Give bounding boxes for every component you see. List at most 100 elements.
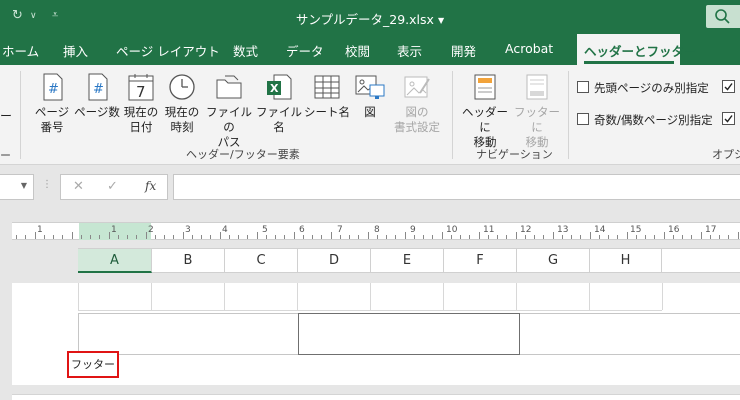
ruler-tick [90,235,91,239]
formula-input[interactable] [173,174,740,200]
name-box-dropdown-icon[interactable]: ▼ [21,181,27,190]
horizontal-ruler[interactable]: 1 1 2 3 4 5 6 7 8 9 10 11 12 13 14 15 16 17 [12,222,740,240]
tab-view[interactable]: 表示 [397,41,422,60]
cell[interactable] [517,283,590,310]
cell[interactable] [225,283,298,310]
tab-acrobat[interactable]: Acrobat [505,41,553,56]
header-footer-elements-group-label: ヘッダー/フッター要素 [186,148,300,161]
column-header-a[interactable]: A [78,249,152,273]
ruler-tick [534,235,535,239]
svg-text:#: # [48,82,59,97]
column-header-e[interactable]: E [371,249,444,273]
ruler-tick [339,235,341,239]
ruler-tick [598,235,600,239]
formula-buttons: ✕ ✓ fx [60,174,168,200]
column-header-b[interactable]: B [152,249,225,273]
different-first-page-label: 先頭ページのみ別指定 [594,81,709,95]
ruler-tick [238,235,239,239]
cell[interactable] [590,283,663,310]
ruler-tick [617,235,619,239]
ruler-tick [506,235,508,239]
ruler-tick [219,232,221,239]
current-date-button[interactable]: 7 現在の 日付 [122,73,160,135]
ruler-tick [515,232,517,239]
page-number-button[interactable]: # ページ 番号 [32,73,72,135]
ruler-number: 3 [185,225,191,235]
ruler-tick [728,235,730,239]
group-separator [20,71,21,159]
ruler-tick [709,235,711,239]
tab-data[interactable]: データ [286,41,324,60]
ruler-tick [460,235,461,239]
ruler-tick [478,232,480,239]
footer-center-section[interactable] [298,313,520,355]
different-odd-even-checkbox[interactable]: 奇数/偶数ページ別指定 [577,112,713,128]
ruler-number: 11 [483,225,495,235]
file-path-button[interactable]: ファイルの パス [204,73,254,150]
ruler-tick [497,235,498,239]
insert-function-icon[interactable]: fx [145,179,156,193]
column-header-d[interactable]: D [298,249,371,273]
ruler-tick [312,235,313,239]
window-title-container[interactable]: サンプルデータ_29.xlsx ▼ [0,9,740,28]
tab-review[interactable]: 校閲 [345,41,370,60]
search-button[interactable] [706,5,740,28]
ruler-tick [737,232,739,239]
ruler-tick [25,235,27,239]
sheet-name-button[interactable]: シート名 [304,73,350,120]
enter-icon[interactable]: ✓ [107,179,118,194]
sheet-icon [314,75,340,99]
goto-footer-button[interactable]: フッターに 移動 [510,73,564,150]
cell[interactable] [444,283,517,310]
name-box[interactable]: ▼ [0,174,34,200]
clock-icon [169,74,195,100]
ruler-tick [682,235,683,239]
goto-header-button[interactable]: ヘッダーに 移動 [458,73,512,150]
align-with-margins-checkbox[interactable] [722,112,736,129]
tab-insert[interactable]: 挿入 [63,41,88,60]
ruler-number: 2 [148,225,154,235]
ruler-tick [654,235,656,239]
svg-text:X: X [270,82,279,95]
ruler-number: 17 [705,225,717,235]
excel-file-icon: X [267,74,292,100]
tab-header-footer[interactable]: ヘッダーとフッター [584,41,697,60]
tab-home[interactable]: ホーム [2,41,39,60]
cell[interactable] [371,283,444,310]
cancel-icon[interactable]: ✕ [73,179,84,194]
cell[interactable] [152,283,225,310]
ruler-tick [367,232,369,239]
ruler-tick [358,235,360,239]
current-time-button[interactable]: 現在の 時刻 [162,73,202,135]
scale-with-document-checkbox[interactable] [722,80,736,97]
tab-formulas[interactable]: 数式 [233,41,258,60]
ruler-number: 10 [446,225,458,235]
column-header-h[interactable]: H [590,249,662,273]
ruler-tick [626,232,628,239]
picture-button[interactable]: 図 [352,73,388,120]
ruler-tick [413,235,415,239]
svg-text:7: 7 [136,83,146,101]
ruler-tick [635,235,637,239]
page-count-button[interactable]: # ページ数 [74,73,120,120]
ruler-tick [672,235,674,239]
formula-bar-resize-handle[interactable]: ⋮ [42,179,52,190]
checked-box-icon [722,112,735,125]
file-name-button[interactable]: X ファイル名 [254,73,304,135]
column-header-c[interactable]: C [225,249,298,273]
current-date-label-2: 日付 [129,120,153,134]
cell[interactable] [79,283,152,310]
cell[interactable] [298,283,371,310]
different-first-page-checkbox[interactable]: 先頭ページのみ別指定 [577,80,709,96]
page-number-icon: # [43,73,63,101]
column-header-f[interactable]: F [444,249,517,273]
ruler-tick [62,235,64,239]
tab-page-layout[interactable]: ページ レイアウト [116,41,220,60]
column-header-g[interactable]: G [517,249,590,273]
footer-label: フッター [67,351,119,378]
ruler-tick [645,235,646,239]
ruler-tick [349,235,350,239]
tab-developer[interactable]: 開発 [451,41,476,60]
ruler-tick [469,235,471,239]
format-picture-button[interactable]: 図の 書式設定 [390,73,444,135]
